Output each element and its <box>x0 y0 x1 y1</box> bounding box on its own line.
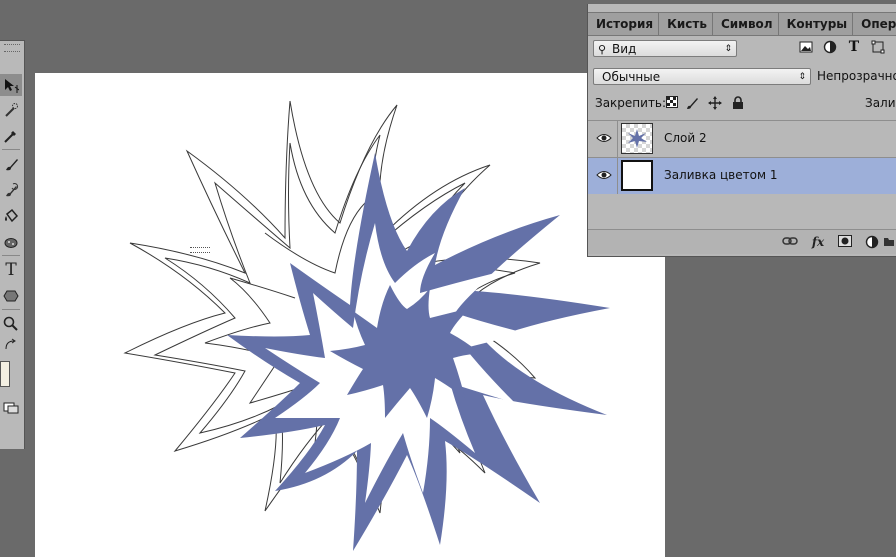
quick-select-icon[interactable] <box>0 99 22 121</box>
updown-arrow-icon: ⇕ <box>724 44 732 54</box>
panel-resize-handle[interactable] <box>190 247 210 253</box>
star-shape <box>227 153 610 551</box>
shape-icon[interactable] <box>0 285 22 307</box>
lock-position-icon[interactable] <box>708 96 722 110</box>
screen-mode-icon[interactable] <box>0 397 22 419</box>
brush-icon[interactable] <box>0 153 22 175</box>
blend-mode-select[interactable]: Обычные ⇕ <box>593 68 811 85</box>
layer-name: Заливка цветом 1 <box>664 168 778 182</box>
adjustment-filter-icon[interactable] <box>823 40 837 54</box>
layer-thumbnail <box>621 123 653 154</box>
search-icon: ⚲ <box>598 43 607 56</box>
history-brush-icon[interactable] <box>0 179 22 201</box>
blend-mode-value: Обычные <box>602 70 661 84</box>
tools-divider <box>2 149 20 150</box>
adjustment-icon[interactable] <box>864 235 880 249</box>
lock-brush-icon[interactable] <box>685 96 699 110</box>
opacity-label: Непрозрачно <box>817 69 896 83</box>
tools-divider <box>2 309 20 310</box>
tools-grip[interactable] <box>4 44 20 52</box>
mask-icon[interactable] <box>837 235 853 249</box>
tab-history[interactable]: История <box>588 13 660 35</box>
folder-icon[interactable] <box>884 235 894 249</box>
artwork <box>123 100 610 551</box>
eyedropper-icon[interactable] <box>0 125 22 147</box>
eye-icon[interactable] <box>596 132 612 144</box>
zoom-icon[interactable] <box>0 313 22 335</box>
tab-brush[interactable]: Кисть <box>659 13 713 35</box>
sponge-icon[interactable] <box>0 231 22 253</box>
fill-label: Залив <box>865 96 896 110</box>
foreground-color-swatch[interactable] <box>0 361 10 387</box>
tab-actions[interactable]: Операции <box>853 13 896 35</box>
paint-bucket-icon[interactable] <box>0 205 22 227</box>
fx-icon[interactable]: fx <box>810 235 826 249</box>
type-filter-icon[interactable]: T <box>847 40 861 54</box>
lock-pixels-icon[interactable] <box>665 96 679 110</box>
type-icon[interactable]: T <box>0 259 22 281</box>
image-filter-icon[interactable] <box>799 40 813 54</box>
document-canvas[interactable] <box>35 73 665 557</box>
layer-divider <box>617 121 618 157</box>
swap-colors-icon[interactable] <box>0 337 22 353</box>
shape-filter-icon[interactable] <box>871 40 885 54</box>
layer-filter-label: Вид <box>612 42 637 56</box>
layer-divider <box>617 158 618 194</box>
layers-panel: История Кисть Символ Контуры Операции ⚲ … <box>587 4 896 257</box>
tab-paths[interactable]: Контуры <box>779 13 854 35</box>
tools-divider <box>2 255 20 256</box>
link-icon[interactable] <box>782 235 798 249</box>
layer-name: Слой 2 <box>664 131 707 145</box>
layer-filter-select[interactable]: ⚲ Вид ⇕ <box>593 40 737 57</box>
move-icon[interactable] <box>0 74 22 96</box>
updown-arrow-icon: ⇕ <box>798 72 806 82</box>
lock-all-icon[interactable] <box>731 96 745 110</box>
layer-row[interactable]: Заливка цветом 1 <box>588 157 896 194</box>
lock-label: Закрепить: <box>595 96 667 110</box>
eye-icon[interactable] <box>596 169 612 181</box>
layers-bottom-bar: fx <box>588 229 896 254</box>
layer-row[interactable]: Слой 2 <box>588 120 896 157</box>
layer-thumbnail <box>621 160 653 191</box>
tools-panel: T <box>0 40 25 449</box>
panel-tabs: История Кисть Символ Контуры Операции <box>588 12 896 36</box>
tab-character[interactable]: Символ <box>713 13 779 35</box>
